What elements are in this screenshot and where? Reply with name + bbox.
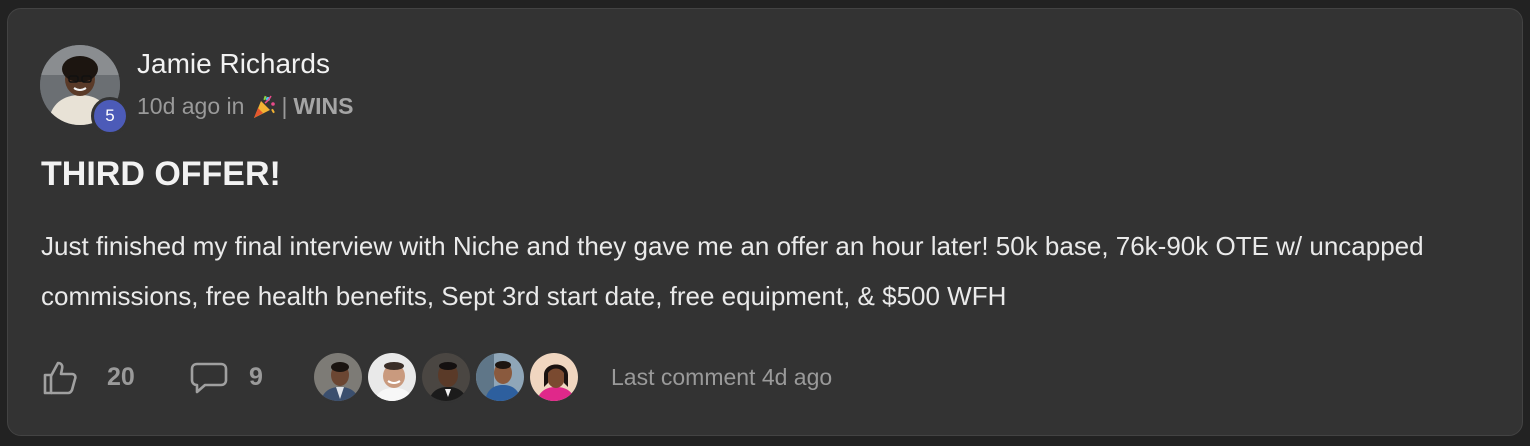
author-avatar-wrap[interactable]: 5: [40, 45, 129, 135]
author-name[interactable]: Jamie Richards: [137, 48, 330, 80]
commenter-avatar-1[interactable]: [312, 351, 364, 403]
post-title[interactable]: THIRD OFFER!: [41, 155, 281, 194]
commenter-avatar-4[interactable]: [474, 351, 526, 403]
party-popper-icon: [251, 94, 277, 120]
post-body[interactable]: Just finished my final interview with Ni…: [41, 221, 1511, 321]
category-link[interactable]: WINS: [293, 93, 353, 120]
category-separator: |: [281, 93, 288, 119]
thumbs-up-icon: [43, 361, 77, 395]
post-card[interactable]: 5 Jamie Richards 10d ago in | WINS THIRD…: [7, 8, 1523, 436]
last-comment-time: Last comment 4d ago: [611, 364, 833, 390]
like-button[interactable]: [41, 359, 79, 397]
post-footer: 20 9 Last comment 4d ago: [41, 349, 1501, 405]
post-meta: 10d ago in | WINS: [137, 93, 353, 120]
like-count: 20: [107, 363, 135, 391]
comment-bubble-icon: [190, 362, 228, 394]
commenter-avatar-5[interactable]: [528, 351, 580, 403]
comment-count: 9: [249, 363, 263, 391]
commenter-avatar-3[interactable]: [420, 351, 472, 403]
comment-button[interactable]: [189, 360, 229, 396]
level-badge: 5: [91, 97, 129, 135]
commenter-avatar-2[interactable]: [366, 351, 418, 403]
post-time: 10d ago in: [137, 93, 245, 119]
